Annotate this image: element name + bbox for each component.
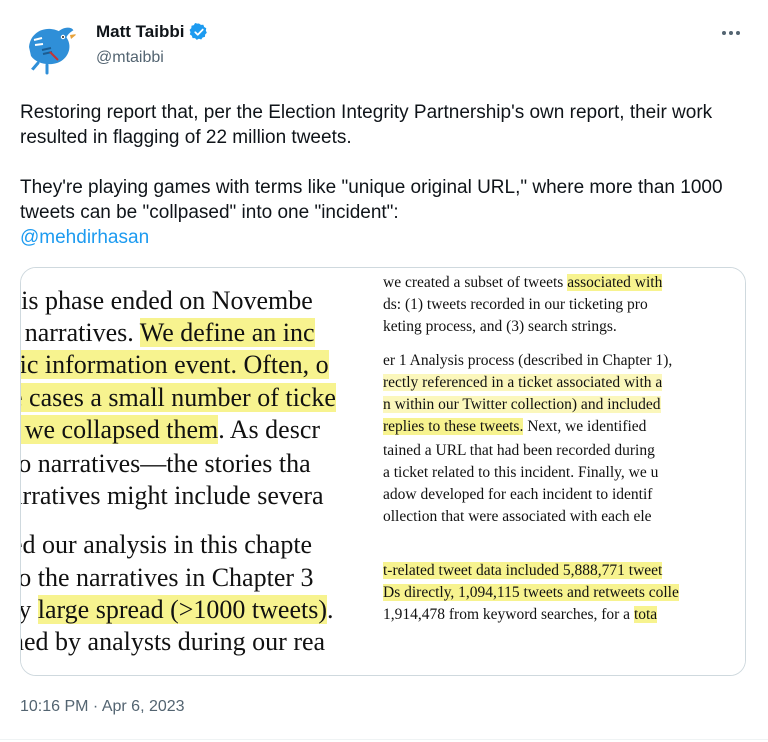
highlighted-text: t-related tweet data included 5,888,771 … bbox=[383, 562, 663, 579]
left-scan-line: arratives might include severa bbox=[21, 481, 324, 511]
scan-text: 1,914,478 from keyword searches, for a bbox=[383, 606, 634, 623]
scan-text: tained a URL that had been recorded duri… bbox=[383, 442, 655, 459]
tweet-text: Restoring report that, per the Election … bbox=[20, 100, 745, 250]
scan-text: keting process, and (3) search strings. bbox=[383, 318, 617, 335]
scan-text: l narratives. bbox=[21, 318, 140, 347]
mention-link[interactable]: @mehdirhasan bbox=[20, 225, 745, 250]
scan-text: . As descr bbox=[218, 415, 321, 444]
tweet-paragraph-1: Restoring report that, per the Election … bbox=[20, 102, 713, 148]
tweet-timestamp[interactable]: 10:16 PM · Apr 6, 2023 bbox=[20, 698, 185, 716]
right-scan-line: Ds directly, 1,094,115 tweets and retwee… bbox=[383, 584, 679, 602]
scan-text: a ticket related to this incident. Final… bbox=[383, 464, 659, 481]
report-scan-right: we created a subset of tweets associated… bbox=[383, 268, 745, 675]
right-scan-line: replies to these tweets. Next, we identi… bbox=[383, 418, 646, 436]
scan-text: ds: (1) tweets recorded in our ticketing… bbox=[383, 296, 648, 313]
left-scan-line: ed our analysis in this chapte bbox=[21, 530, 312, 560]
highlighted-text: associated with bbox=[567, 274, 663, 291]
scan-text: we created a subset of tweets bbox=[383, 274, 568, 291]
right-scan-line: we created a subset of tweets associated… bbox=[383, 274, 663, 292]
scan-text: to narratives—the stories tha bbox=[21, 449, 311, 478]
scan-text: sis phase ended on Novembe bbox=[21, 286, 313, 315]
scan-text: . bbox=[326, 595, 334, 624]
right-scan-line: t-related tweet data included 5,888,771 … bbox=[383, 562, 663, 580]
highlighted-text: rectly referenced in a ticket associated… bbox=[383, 374, 663, 391]
right-scan-line: ds: (1) tweets recorded in our ticketing… bbox=[383, 296, 648, 314]
right-scan-line: n within our Twitter collection) and inc… bbox=[383, 396, 661, 414]
right-scan-line: adow developed for each incident to iden… bbox=[383, 486, 652, 504]
highlighted-text: tota bbox=[633, 606, 658, 623]
highlighted-text: l we collapsed them bbox=[21, 415, 219, 444]
scan-text: ly bbox=[21, 595, 38, 624]
scan-text: ollection that were associated with each… bbox=[383, 508, 652, 525]
scan-text: arratives might include severa bbox=[21, 481, 324, 510]
scan-text: adow developed for each incident to iden… bbox=[383, 486, 653, 503]
left-scan-line: ly large spread (>1000 tweets). bbox=[21, 595, 333, 625]
highlighted-text: e cases a small number of ticke bbox=[21, 383, 336, 412]
tweet-paragraph-2: They're playing games with terms like "u… bbox=[20, 175, 745, 250]
right-scan-line: rectly referenced in a ticket associated… bbox=[383, 374, 663, 392]
right-scan-line: tained a URL that had been recorded duri… bbox=[383, 442, 655, 460]
divider bbox=[0, 739, 768, 740]
left-scan-line: ned by analysts during our rea bbox=[21, 627, 325, 657]
scan-text: ned by analysts during our rea bbox=[21, 627, 326, 656]
highlighted-text: We define an inc bbox=[139, 318, 315, 347]
author-handle[interactable]: @mtaibbi bbox=[96, 49, 164, 67]
avatar[interactable] bbox=[20, 17, 78, 75]
left-scan-line: to the narratives in Chapter 3 bbox=[21, 563, 314, 593]
left-scan-line: l we collapsed them. As descr bbox=[21, 415, 320, 445]
right-scan-line: keting process, and (3) search strings. bbox=[383, 318, 617, 336]
left-scan-line: l narratives. We define an inc bbox=[21, 318, 315, 348]
left-scan-line: to narratives—the stories tha bbox=[21, 449, 311, 479]
scan-text: er 1 Analysis process (described in Chap… bbox=[383, 352, 673, 369]
right-scan-line: a ticket related to this incident. Final… bbox=[383, 464, 658, 482]
highlighted-text: large spread (>1000 tweets) bbox=[37, 595, 327, 624]
highlighted-text: Ds directly, 1,094,115 tweets and retwee… bbox=[383, 584, 679, 601]
right-scan-line: 1,914,478 from keyword searches, for a t… bbox=[383, 606, 658, 624]
tweet-paragraph-2-text: They're playing games with terms like "u… bbox=[20, 177, 723, 223]
right-scan-line: ollection that were associated with each… bbox=[383, 508, 652, 526]
scan-text: ed our analysis in this chapte bbox=[21, 530, 313, 559]
highlighted-text: fic information event. Often, o bbox=[21, 350, 329, 379]
left-scan-line: e cases a small number of ticke bbox=[21, 383, 336, 413]
left-scan-line: fic information event. Often, o bbox=[21, 350, 329, 380]
report-scan-left: sis phase ended on Novembe l narratives. … bbox=[21, 268, 383, 675]
author-name[interactable]: Matt Taibbi bbox=[96, 22, 184, 42]
highlighted-text: replies to these tweets. bbox=[383, 418, 524, 435]
bird-avatar-icon bbox=[20, 17, 78, 75]
highlighted-text: n within our Twitter collection) and inc… bbox=[383, 396, 661, 413]
scan-text: to the narratives in Chapter 3 bbox=[21, 563, 314, 592]
left-scan-line: sis phase ended on Novembe bbox=[21, 286, 313, 316]
right-scan-line: er 1 Analysis process (described in Chap… bbox=[383, 352, 672, 370]
tweet-image[interactable]: sis phase ended on Novembe l narratives. … bbox=[20, 267, 746, 676]
more-options-icon[interactable] bbox=[716, 22, 746, 44]
verified-badge-icon bbox=[190, 23, 208, 40]
scan-text: Next, we identified bbox=[523, 418, 647, 435]
